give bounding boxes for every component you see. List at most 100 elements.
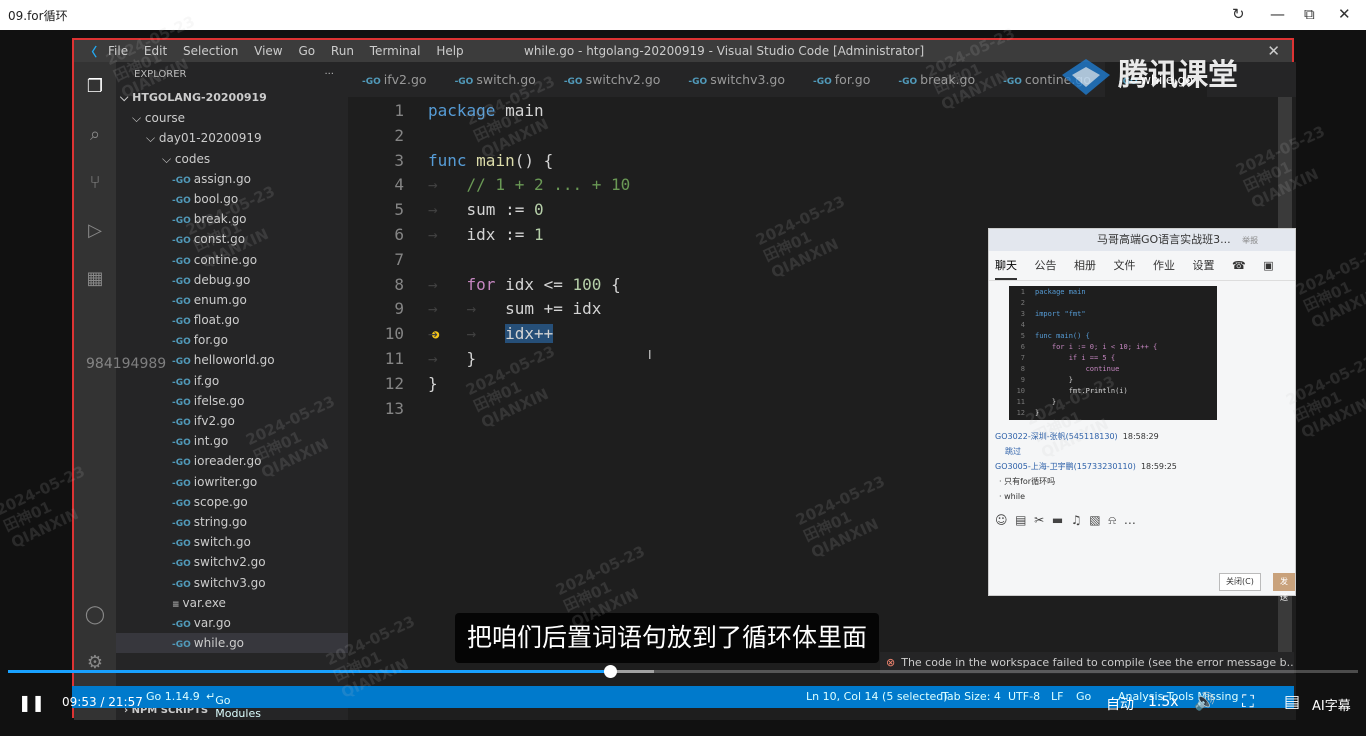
file-item[interactable]: -GO for.go	[116, 330, 348, 350]
file-label: assign.go	[193, 171, 251, 186]
code-text: → → idx++	[428, 324, 554, 344]
file-label: var.exe	[182, 595, 226, 610]
go-file-icon: -GO	[172, 438, 191, 449]
code-text: → for idx <= 100 {	[428, 274, 621, 294]
go-file-icon: -GO	[172, 640, 191, 651]
explorer-icon[interactable]: ❐	[84, 76, 106, 98]
quality-auto[interactable]: 自动	[1106, 694, 1134, 714]
qq-tab-album[interactable]: 相册	[1074, 259, 1096, 272]
brand-text: 腾讯课堂	[1118, 58, 1238, 93]
music-icon[interactable]: ♫	[1071, 513, 1082, 527]
restore-icon[interactable]: ⧉	[1304, 5, 1315, 23]
file-item[interactable]: -GO scope.go	[116, 492, 348, 512]
file-item[interactable]: -GO switch.go	[116, 532, 348, 552]
menu-terminal[interactable]: Terminal	[370, 44, 421, 58]
qq-tab-notice[interactable]: 公告	[1035, 259, 1057, 272]
subtitle-icon[interactable]: ▤	[1284, 692, 1300, 712]
go-file-icon: -GO	[172, 559, 191, 570]
file-item[interactable]: ≡ var.exe	[116, 593, 348, 613]
file-item[interactable]: -GO var.go	[116, 613, 348, 633]
go-file-icon: -GO	[172, 377, 191, 388]
qq-input-toolbar: ☺ ▤ ✂ ▬ ♫ ▧ ⍾ …	[995, 513, 1136, 528]
account-icon[interactable]: ◯	[84, 604, 106, 626]
qq-video-icon[interactable]: ▣	[1263, 259, 1273, 272]
go-file-icon: -GO	[172, 619, 191, 630]
qq-close-button[interactable]: 关闭(C)	[1219, 573, 1261, 591]
playback-speed[interactable]: 1.5x	[1148, 694, 1179, 710]
folder-day01[interactable]: ⌵ day01-20200919	[116, 128, 348, 148]
run-debug-icon[interactable]: ▷	[84, 220, 106, 242]
vscode-close-icon[interactable]: ✕	[1267, 42, 1280, 60]
shot-line-number: 4	[1020, 321, 1025, 329]
explorer-more-icon[interactable]: ···	[324, 62, 334, 88]
qq-tabs: 聊天 公告 相册 文件 作业 设置 ☎ ▣	[989, 251, 1295, 281]
gif-icon[interactable]: ▤	[1015, 513, 1026, 527]
qq-tab-chat[interactable]: 聊天	[995, 259, 1017, 280]
progress-knob[interactable]	[604, 665, 618, 678]
image-icon[interactable]: ▧	[1089, 513, 1100, 527]
shot-line-number: 6	[1020, 343, 1025, 351]
go-file-icon: -GO	[172, 458, 191, 469]
pause-icon[interactable]: ❚❚	[18, 693, 45, 712]
folder-label: codes	[174, 151, 211, 166]
emoji-icon[interactable]: ☺	[995, 513, 1008, 527]
line-number: 6	[394, 225, 404, 244]
file-item[interactable]: -GO iowriter.go	[116, 472, 348, 492]
file-item[interactable]: -GO string.go	[116, 512, 348, 532]
folder-codes[interactable]: ⌵ codes	[116, 149, 348, 169]
file-item[interactable]: -GO while.go	[116, 633, 348, 654]
video-progress-bar[interactable]	[8, 665, 1358, 678]
editor-tab[interactable]: -GO for.go	[799, 62, 884, 97]
qq-tab-homework[interactable]: 作业	[1153, 259, 1175, 272]
menu-run[interactable]: Run	[331, 44, 354, 58]
file-item[interactable]: -GO enum.go	[116, 290, 348, 310]
editor-tab[interactable]: -GO switchv2.go	[550, 62, 675, 97]
ai-subtitle[interactable]: AI字幕	[1312, 695, 1351, 714]
shot-code-line: 8 continue	[1009, 364, 1217, 375]
more-icon[interactable]: …	[1124, 513, 1136, 527]
editor-tab[interactable]: -GO switchv3.go	[674, 62, 799, 97]
folder-icon[interactable]: ▬	[1052, 513, 1063, 527]
file-label: ifelse.go	[193, 393, 245, 408]
tab-label: ifv2.go	[383, 72, 427, 87]
editor-tab[interactable]: -GO ifv2.go	[348, 62, 441, 97]
go-file-icon: -GO	[813, 77, 832, 87]
menu-go[interactable]: Go	[298, 44, 315, 58]
search-icon[interactable]: ⌕	[84, 124, 106, 146]
problem-text: The code in the workspace failed to comp…	[901, 656, 1294, 669]
file-item[interactable]: -GO assign.go	[116, 169, 348, 189]
volume-icon[interactable]: 🔊	[1194, 692, 1215, 712]
msg-sender[interactable]: GO3005-上海-卫宇鹏(15733230110)	[995, 462, 1136, 471]
shot-code-text: }	[1035, 376, 1073, 384]
code-text: → }	[428, 349, 477, 368]
go-file-icon: -GO	[172, 518, 191, 529]
file-item[interactable]: -GO if.go	[116, 371, 348, 391]
tencent-logo-icon	[1062, 58, 1110, 95]
refresh-icon[interactable]: ↻	[1232, 5, 1245, 23]
qq-report-link[interactable]: 举报	[1242, 236, 1258, 245]
file-item[interactable]: -GO debug.go	[116, 270, 348, 290]
bell-icon[interactable]: ⍾	[1108, 513, 1116, 527]
fullscreen-icon[interactable]: ⛶	[1242, 692, 1254, 712]
file-item[interactable]: -GO switchv2.go	[116, 552, 348, 572]
screenshot-icon[interactable]: ✂	[1034, 513, 1044, 527]
video-stage[interactable]: 〈 File Edit Selection View Go Run Termin…	[0, 12, 1366, 736]
close-icon[interactable]: ✕	[1338, 5, 1351, 23]
shot-code-text: continue	[1035, 365, 1120, 373]
go-file-icon: -GO	[172, 296, 191, 307]
qq-tab-files[interactable]: 文件	[1114, 259, 1136, 272]
file-item[interactable]: -GO float.go	[116, 310, 348, 330]
qq-tab-settings[interactable]: 设置	[1193, 259, 1215, 272]
qq-call-icon[interactable]: ☎	[1232, 259, 1246, 272]
minimize-icon[interactable]: —	[1270, 5, 1285, 23]
menu-view[interactable]: View	[254, 44, 282, 58]
file-item[interactable]: -GO switchv3.go	[116, 573, 348, 593]
folder-course[interactable]: ⌵ course	[116, 108, 348, 128]
go-file-icon: -GO	[688, 77, 708, 87]
source-control-icon[interactable]: ⑂	[84, 172, 106, 194]
workspace-root[interactable]: ⌵ HTGOLANG-20200919	[116, 88, 348, 108]
menu-help[interactable]: Help	[436, 44, 463, 58]
extensions-icon[interactable]: ▦	[84, 268, 106, 290]
qq-send-button[interactable]: 发送	[1273, 573, 1295, 602]
tab-label: switchv2.go	[585, 72, 661, 87]
